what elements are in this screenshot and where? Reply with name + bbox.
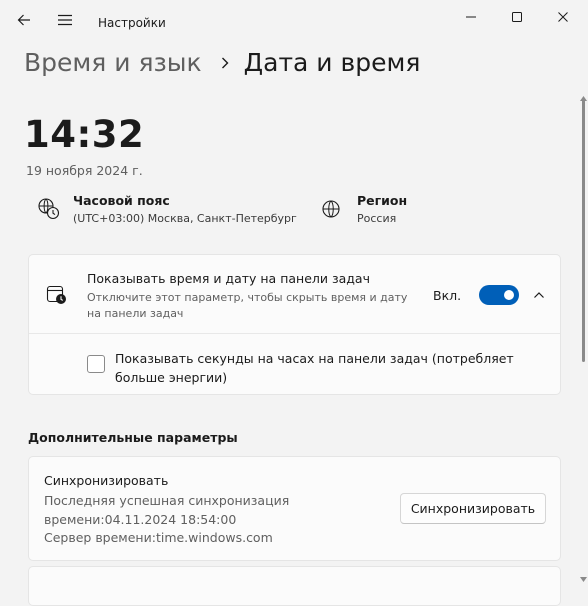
region-label: Регион — [357, 193, 408, 208]
scroll-down-icon[interactable] — [580, 571, 587, 585]
minimize-icon[interactable] — [448, 0, 494, 34]
timezone-value: (UTC+03:00) Москва, Санкт-Петербург — [73, 212, 297, 225]
maximize-icon[interactable] — [494, 0, 540, 34]
globe-icon — [321, 197, 345, 221]
app-title: Настройки — [98, 16, 166, 30]
show-seconds-row: Показывать секунды на часах на панели за… — [29, 334, 560, 394]
sync-card: Синхронизировать Последняя успешная синх… — [28, 456, 561, 561]
current-time: 14:32 — [24, 113, 145, 156]
sync-server: Сервер времени:time.windows.com — [44, 530, 273, 545]
breadcrumb: Время и язык Дата и время — [24, 48, 420, 77]
sync-title: Синхронизировать — [44, 473, 169, 488]
show-seconds-checkbox[interactable] — [87, 355, 105, 373]
timezone-label: Часовой пояс — [73, 193, 170, 208]
breadcrumb-parent[interactable]: Время и язык — [24, 48, 202, 77]
next-setting-card[interactable] — [28, 566, 561, 606]
taskbar-clock-row[interactable]: Показывать время и дату на панели задач … — [29, 255, 560, 334]
close-icon[interactable] — [540, 0, 586, 34]
hamburger-icon[interactable] — [51, 6, 79, 34]
sync-now-button[interactable]: Синхронизировать — [400, 493, 546, 524]
taskbar-clock-description: Отключите этот параметр, чтобы скрыть вр… — [87, 291, 408, 320]
scrollbar-thumb[interactable] — [582, 100, 585, 362]
region-value: Россия — [357, 212, 397, 225]
section-title-additional: Дополнительные параметры — [28, 430, 238, 445]
show-seconds-label[interactable]: Показывать секунды на часах на панели за… — [115, 349, 535, 387]
taskbar-clock-title: Показывать время и дату на панели задач — [87, 271, 370, 286]
calendar-clock-icon — [46, 284, 68, 309]
sync-details: Последняя успешная синхронизация времени… — [44, 492, 294, 548]
sync-last-status: Последняя успешная синхронизация времени… — [44, 493, 290, 527]
timezone-info: Часовой пояс (UTC+03:00) Москва, Санкт-П… — [37, 193, 297, 225]
chevron-right-icon — [220, 56, 230, 70]
toggle-state-label: Вкл. — [433, 288, 462, 303]
back-arrow-icon[interactable] — [10, 6, 38, 34]
page-title: Дата и время — [243, 48, 421, 77]
title-bar: Настройки — [0, 0, 588, 46]
current-date: 19 ноября 2024 г. — [26, 163, 143, 178]
globe-clock-icon — [37, 197, 61, 221]
chevron-up-icon[interactable] — [529, 285, 549, 305]
taskbar-clock-toggle[interactable] — [479, 285, 519, 305]
region-info: Регион Россия — [321, 193, 407, 225]
toggle-knob — [504, 290, 514, 300]
taskbar-clock-card: Показывать время и дату на панели задач … — [28, 254, 561, 395]
